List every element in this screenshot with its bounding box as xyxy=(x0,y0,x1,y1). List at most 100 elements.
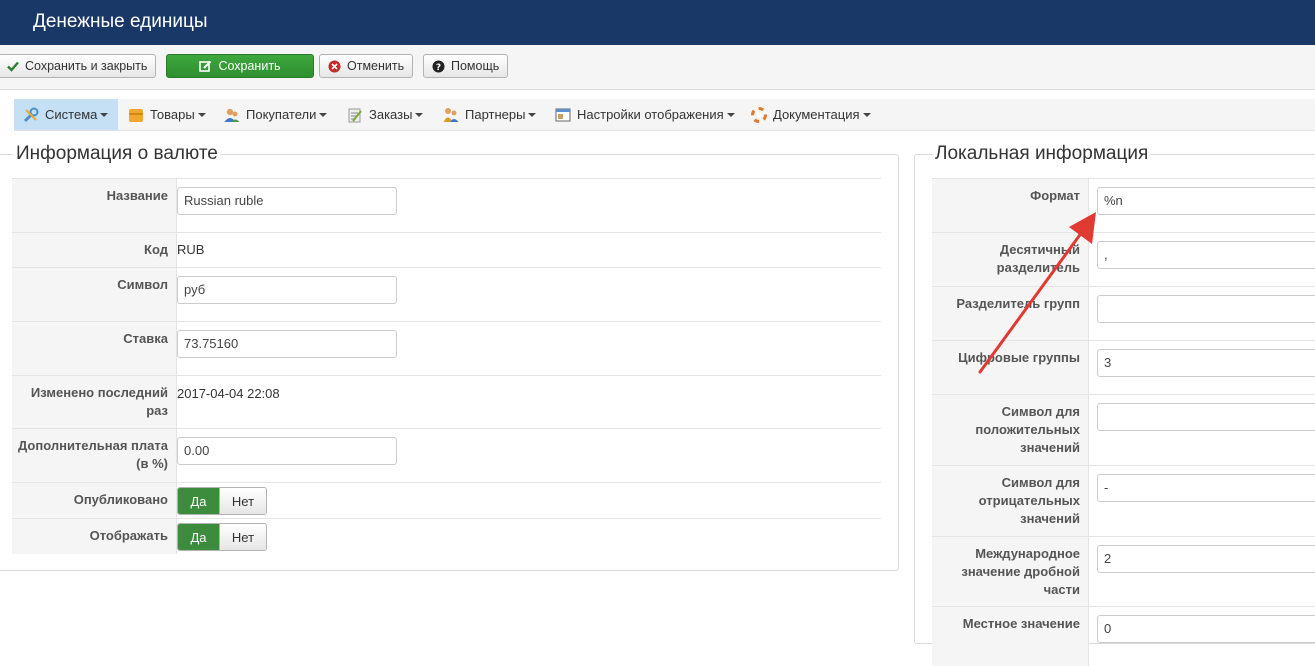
save-label: Сохранить xyxy=(218,59,281,73)
main-menu: Система Товары Покупатели Заказы Партнер… xyxy=(14,99,1315,131)
menu-item-documentation[interactable]: Документация xyxy=(751,99,871,130)
wrench-icon xyxy=(23,107,39,123)
group-separator-label: Разделитель групп xyxy=(932,287,1089,340)
modified-value: 2017-04-04 22:08 xyxy=(177,386,280,401)
local-fraction-label: Местное значение xyxy=(932,607,1089,666)
modified-label: Изменено последний раз xyxy=(12,376,177,428)
published-yes-option[interactable]: Да xyxy=(178,488,219,514)
field-row-group-separator: Разделитель групп xyxy=(932,286,1315,340)
save-and-close-label: Сохранить и закрыть xyxy=(25,59,148,73)
published-label: Опубликовано xyxy=(12,483,177,518)
decimal-separator-input[interactable]: , xyxy=(1097,241,1315,269)
locale-info-legend: Локальная информация xyxy=(932,143,1152,165)
field-row-rate: Ставка 73.75160 xyxy=(12,321,881,375)
displayed-no-option[interactable]: Нет xyxy=(219,524,266,550)
chevron-down-icon xyxy=(862,112,871,117)
group-separator-input[interactable] xyxy=(1097,295,1315,323)
field-row-local-fraction: Местное значение 0 xyxy=(932,606,1315,666)
partners-icon xyxy=(443,107,459,123)
help-label: Помощь xyxy=(451,59,500,73)
menu-item-system[interactable]: Система xyxy=(14,99,118,130)
help-button[interactable]: ? Помощь xyxy=(423,54,509,78)
menu-item-display-settings[interactable]: Настройки отображения xyxy=(555,99,735,130)
format-input[interactable]: %n xyxy=(1097,187,1315,215)
menu-item-customers[interactable]: Покупатели xyxy=(224,99,328,130)
digit-groups-input[interactable]: 3 xyxy=(1097,349,1315,377)
symbol-input[interactable]: руб xyxy=(177,276,397,304)
fee-label: Дополнительная плата (в %) xyxy=(12,429,177,482)
box-icon xyxy=(128,107,144,123)
page-header: Денежные единицы xyxy=(0,0,1315,45)
field-row-code: Код RUB xyxy=(12,232,881,267)
field-row-intl-fraction: Международное значение дробной части 2 xyxy=(932,536,1315,606)
field-row-symbol: Символ руб xyxy=(12,267,881,321)
name-label: Название xyxy=(12,179,177,232)
local-fraction-input[interactable]: 0 xyxy=(1097,615,1315,643)
positive-sign-input[interactable] xyxy=(1097,403,1315,431)
field-row-published: Опубликовано Да Нет xyxy=(12,482,881,518)
page-title: Денежные единицы xyxy=(33,11,208,32)
decimal-separator-label: Десятичный разделитель xyxy=(932,233,1089,286)
displayed-yes-option[interactable]: Да xyxy=(178,524,219,550)
chevron-down-icon xyxy=(415,112,424,117)
menu-label-system: Система xyxy=(45,107,98,122)
chevron-down-icon xyxy=(528,112,537,117)
field-row-modified: Изменено последний раз 2017-04-04 22:08 xyxy=(12,375,881,428)
published-toggle: Да Нет xyxy=(177,487,267,515)
help-circle-icon: ? xyxy=(432,60,445,73)
edit-icon xyxy=(199,60,212,73)
field-row-format: Формат %n xyxy=(932,178,1315,232)
menu-label-display-settings: Настройки отображения xyxy=(577,107,724,122)
orders-icon xyxy=(347,107,363,123)
intl-fraction-label: Международное значение дробной части xyxy=(932,537,1089,606)
checkmark-icon xyxy=(7,60,19,72)
code-label: Код xyxy=(12,233,177,267)
field-row-positive-sign: Символ для положительных значений xyxy=(932,394,1315,465)
field-row-decimal-separator: Десятичный разделитель , xyxy=(932,232,1315,286)
cancel-circle-icon xyxy=(328,60,341,73)
rate-label: Ставка xyxy=(12,322,177,375)
toolbar: Сохранить и закрыть Сохранить Отменить ?… xyxy=(0,45,1315,90)
chevron-down-icon xyxy=(319,112,328,117)
field-row-negative-sign: Символ для отрицательных значений - xyxy=(932,465,1315,536)
save-and-close-button[interactable]: Сохранить и закрыть xyxy=(0,54,157,78)
svg-text:?: ? xyxy=(436,63,441,73)
currency-info-panel: Информация о валюте Название Russian rub… xyxy=(0,143,899,571)
chevron-down-icon xyxy=(197,112,206,117)
intl-fraction-input[interactable]: 2 xyxy=(1097,545,1315,573)
format-label: Формат xyxy=(932,179,1089,232)
currency-info-legend: Информация о валюте xyxy=(13,143,221,165)
locale-info-panel: Локальная информация Формат %n Десятичны… xyxy=(914,143,1315,666)
menu-item-partners[interactable]: Партнеры xyxy=(443,99,537,130)
cancel-button[interactable]: Отменить xyxy=(319,54,414,78)
menu-label-partners: Партнеры xyxy=(465,107,526,122)
code-value: RUB xyxy=(177,242,205,257)
save-button[interactable]: Сохранить xyxy=(166,54,314,78)
menu-item-orders[interactable]: Заказы xyxy=(347,99,424,130)
fee-input[interactable]: 0.00 xyxy=(177,437,397,465)
field-row-fee: Дополнительная плата (в %) 0.00 xyxy=(12,428,881,482)
menu-label-orders: Заказы xyxy=(369,107,413,122)
menu-label-products: Товары xyxy=(150,107,195,122)
field-row-displayed: Отображать Да Нет xyxy=(12,518,881,554)
users-icon xyxy=(224,107,240,123)
symbol-label: Символ xyxy=(12,268,177,321)
displayed-toggle: Да Нет xyxy=(177,523,267,551)
cancel-label: Отменить xyxy=(347,59,405,73)
field-row-digit-groups: Цифровые группы 3 xyxy=(932,340,1315,394)
name-input[interactable]: Russian ruble xyxy=(177,187,397,215)
negative-sign-label: Символ для отрицательных значений xyxy=(932,466,1089,536)
menu-label-customers: Покупатели xyxy=(246,107,317,122)
chevron-down-icon xyxy=(100,112,109,117)
rate-input[interactable]: 73.75160 xyxy=(177,330,397,358)
display-settings-icon xyxy=(555,107,571,123)
published-no-option[interactable]: Нет xyxy=(219,488,266,514)
menu-label-documentation: Документация xyxy=(773,107,860,122)
chevron-down-icon xyxy=(726,112,735,117)
digit-groups-label: Цифровые группы xyxy=(932,341,1089,394)
displayed-label: Отображать xyxy=(12,519,177,554)
positive-sign-label: Символ для положительных значений xyxy=(932,395,1089,465)
negative-sign-input[interactable]: - xyxy=(1097,474,1315,502)
menu-item-products[interactable]: Товары xyxy=(128,99,206,130)
field-row-name: Название Russian ruble xyxy=(12,178,881,232)
